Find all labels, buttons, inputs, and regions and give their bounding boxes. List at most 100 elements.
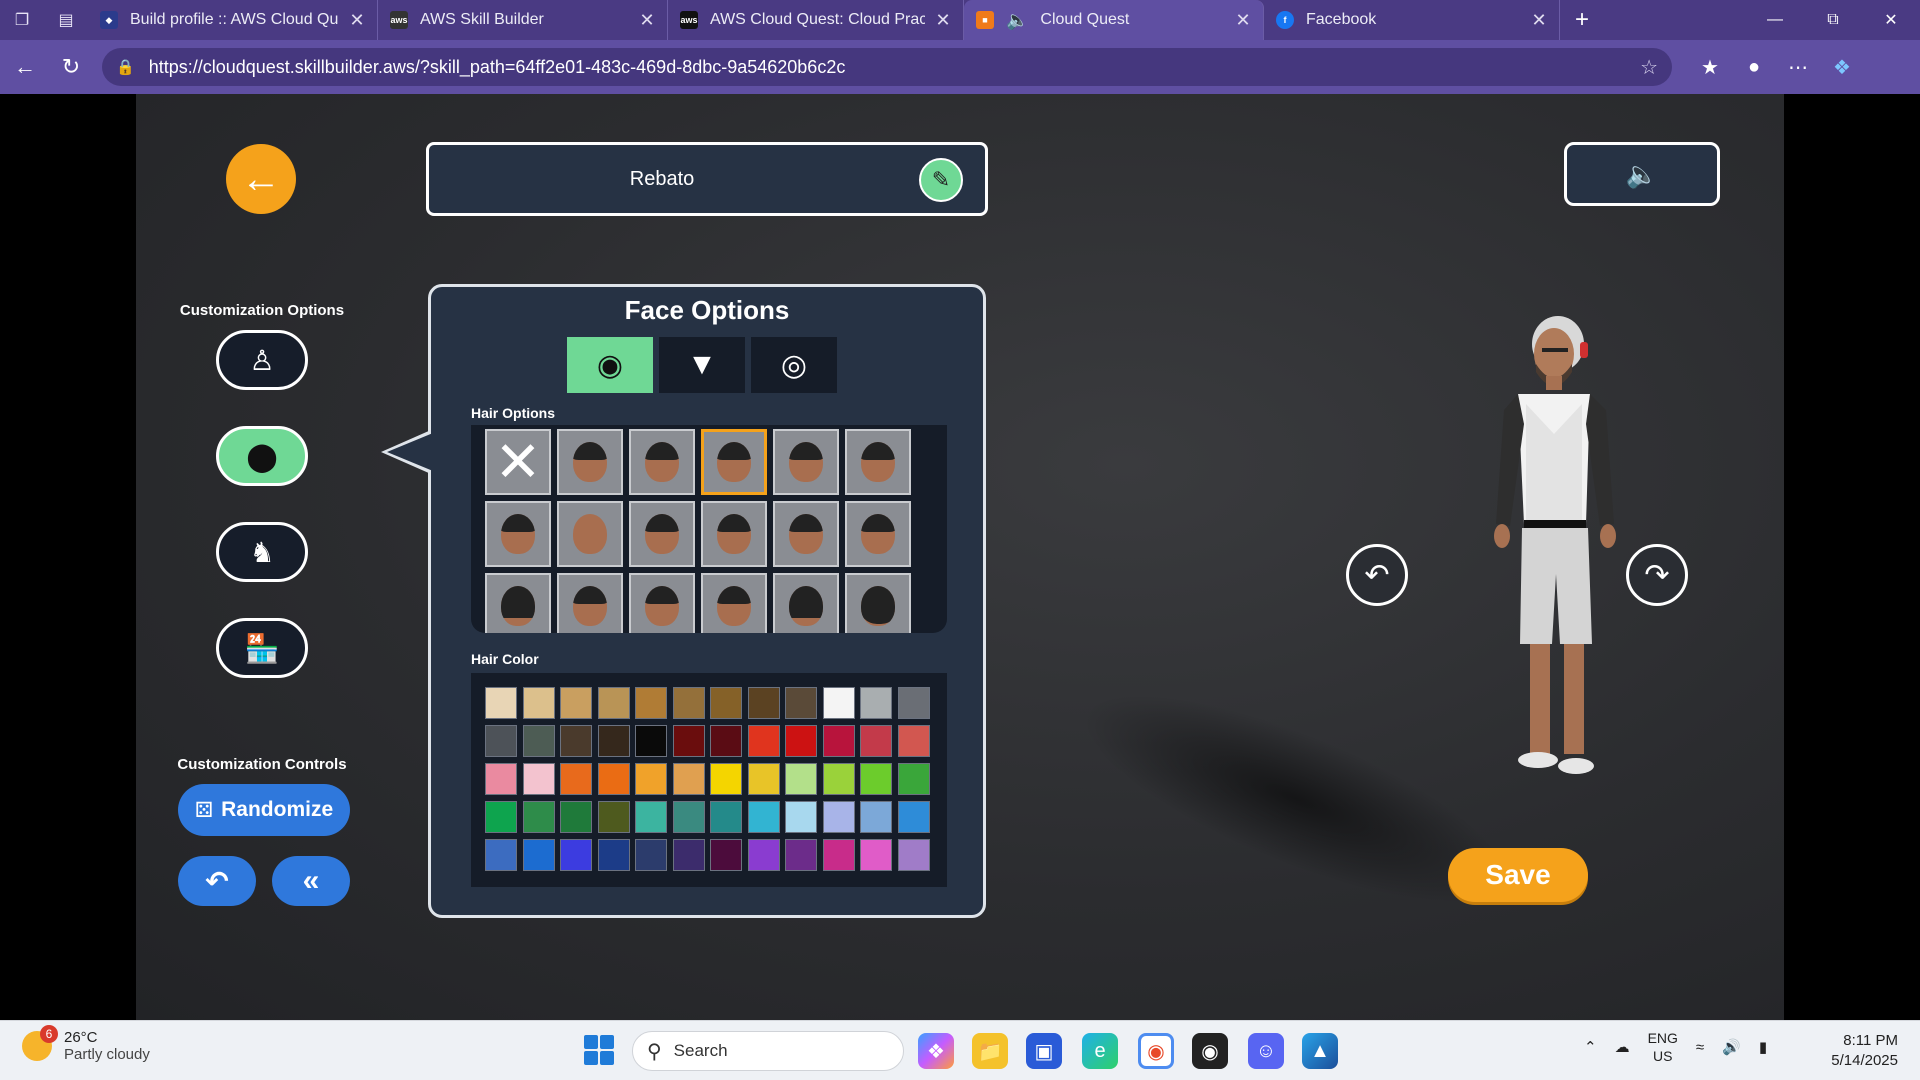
hair-color-swatch[interactable] (822, 763, 855, 795)
start-button[interactable] (584, 1035, 614, 1065)
tab-beard[interactable]: ▼ (659, 337, 745, 393)
hair-color-swatch[interactable] (672, 839, 705, 871)
hair-color-swatch[interactable] (672, 763, 705, 795)
tab-aws-skill-builder[interactable]: aws AWS Skill Builder ✕ (378, 0, 668, 40)
save-button[interactable]: Save (1448, 848, 1588, 902)
copilot-app-icon[interactable]: ❖ (918, 1033, 954, 1069)
hair-color-swatch[interactable] (560, 801, 592, 833)
hair-style-option[interactable] (557, 501, 623, 567)
hair-style-option[interactable] (701, 573, 767, 633)
chrome-icon[interactable]: ◉ (1138, 1033, 1174, 1069)
hair-style-option[interactable] (629, 429, 695, 495)
hair-style-option[interactable] (773, 573, 839, 633)
hair-color-swatch[interactable] (785, 687, 817, 719)
hair-style-option[interactable] (629, 501, 695, 567)
close-tab-icon[interactable]: ✕ (933, 10, 953, 31)
hair-color-swatch[interactable] (485, 687, 517, 719)
hair-style-option[interactable] (701, 501, 767, 567)
hair-color-swatch[interactable] (635, 801, 667, 833)
photos-app-icon[interactable]: ▲ (1302, 1033, 1338, 1069)
tab-build-profile[interactable]: ◆ Build profile :: AWS Cloud Quest: C ✕ (88, 0, 378, 40)
hair-color-swatch[interactable] (785, 725, 817, 757)
hair-color-swatch[interactable] (672, 725, 705, 757)
face-option-button[interactable]: ⬤ (216, 426, 308, 486)
profile-icon[interactable]: ● (1732, 45, 1776, 89)
hair-style-option[interactable] (773, 429, 839, 495)
no-hair-option[interactable]: ✕ (485, 429, 551, 495)
more-options-icon[interactable]: ⋯ (1776, 45, 1820, 89)
new-tab-button[interactable]: + (1560, 0, 1604, 40)
hair-color-swatch[interactable] (897, 725, 930, 757)
hair-color-swatch[interactable] (897, 839, 930, 871)
hair-color-swatch[interactable] (710, 725, 742, 757)
hair-color-swatch[interactable] (560, 839, 592, 871)
hair-color-swatch[interactable] (747, 725, 780, 757)
hair-color-swatch[interactable] (522, 687, 555, 719)
hair-color-swatch[interactable] (597, 725, 630, 757)
hair-color-swatch[interactable] (560, 725, 592, 757)
shop-option-button[interactable]: 🏪 (216, 618, 308, 678)
undo-button[interactable]: ↶ (178, 856, 256, 906)
hair-color-swatch[interactable] (597, 763, 630, 795)
hair-color-swatch[interactable] (597, 839, 630, 871)
github-icon[interactable]: ◉ (1192, 1033, 1228, 1069)
hair-style-option[interactable] (845, 501, 911, 567)
hair-color-swatch[interactable] (485, 763, 517, 795)
randomize-button[interactable]: ⚄ Randomize (178, 784, 350, 836)
hair-color-swatch[interactable] (597, 687, 630, 719)
hair-color-swatch[interactable] (822, 725, 855, 757)
hair-color-swatch[interactable] (860, 801, 892, 833)
hair-color-swatch[interactable] (747, 763, 780, 795)
hair-color-swatch[interactable] (560, 763, 592, 795)
sound-toggle-button[interactable]: 🔈 (1564, 142, 1720, 206)
edit-name-button[interactable]: ✎ (919, 158, 963, 202)
hair-color-swatch[interactable] (597, 801, 630, 833)
close-tab-icon[interactable]: ✕ (347, 10, 367, 31)
onedrive-icon[interactable]: ☁ (1615, 1038, 1630, 1056)
hair-color-swatch[interactable] (785, 801, 817, 833)
back-button[interactable]: ← (226, 144, 296, 214)
close-tab-icon[interactable]: ✕ (1529, 10, 1549, 31)
hair-color-swatch[interactable] (485, 801, 517, 833)
hair-color-swatch[interactable] (747, 687, 780, 719)
chevron-up-icon[interactable]: ⌃ (1584, 1038, 1597, 1056)
close-tab-icon[interactable]: ✕ (637, 10, 657, 31)
hair-color-swatch[interactable] (522, 725, 555, 757)
hair-color-swatch[interactable] (522, 839, 555, 871)
hair-style-option[interactable] (557, 429, 623, 495)
hair-color-swatch[interactable] (860, 763, 892, 795)
hair-color-swatch[interactable] (710, 687, 742, 719)
hair-style-option[interactable] (845, 573, 911, 633)
hair-color-swatch[interactable] (860, 687, 892, 719)
hair-color-swatch[interactable] (822, 801, 855, 833)
tab-facebook[interactable]: f Facebook ✕ (1264, 0, 1560, 40)
close-window-icon[interactable]: ✕ (1862, 0, 1920, 40)
hair-style-option[interactable] (845, 429, 911, 495)
language-indicator[interactable]: ENG US (1648, 1029, 1678, 1065)
hair-color-swatch[interactable] (635, 687, 667, 719)
clock[interactable]: 8:11 PM 5/14/2025 (1818, 1031, 1898, 1071)
favorite-star-icon[interactable]: ☆ (1640, 55, 1658, 80)
copilot-icon[interactable]: ❖ (1820, 45, 1864, 89)
hair-color-swatch[interactable] (485, 839, 517, 871)
hair-style-option[interactable] (485, 573, 551, 633)
hair-color-swatch[interactable] (785, 839, 817, 871)
hair-color-swatch[interactable] (822, 839, 855, 871)
hair-color-swatch[interactable] (822, 687, 855, 719)
volume-icon[interactable]: 🔊 (1722, 1038, 1741, 1056)
discord-icon[interactable]: ☺ (1248, 1033, 1284, 1069)
hair-color-swatch[interactable] (897, 801, 930, 833)
edge-browser-icon[interactable]: e (1082, 1033, 1118, 1069)
wifi-icon[interactable]: ≈ (1696, 1039, 1704, 1056)
hair-color-swatch[interactable] (560, 687, 592, 719)
favorites-icon[interactable]: ★ (1688, 45, 1732, 89)
restore-icon[interactable]: ⧉ (1804, 0, 1862, 40)
hair-color-swatch[interactable] (672, 801, 705, 833)
weather-widget[interactable]: 6 26°C Partly cloudy (22, 1025, 150, 1063)
hair-color-swatch[interactable] (522, 763, 555, 795)
hair-color-swatch[interactable] (710, 801, 742, 833)
hair-color-swatch[interactable] (522, 801, 555, 833)
tab-eyes[interactable]: ◎ (751, 337, 837, 393)
workspaces-icon[interactable]: ❐ (0, 0, 44, 40)
hair-color-swatch[interactable] (860, 839, 892, 871)
